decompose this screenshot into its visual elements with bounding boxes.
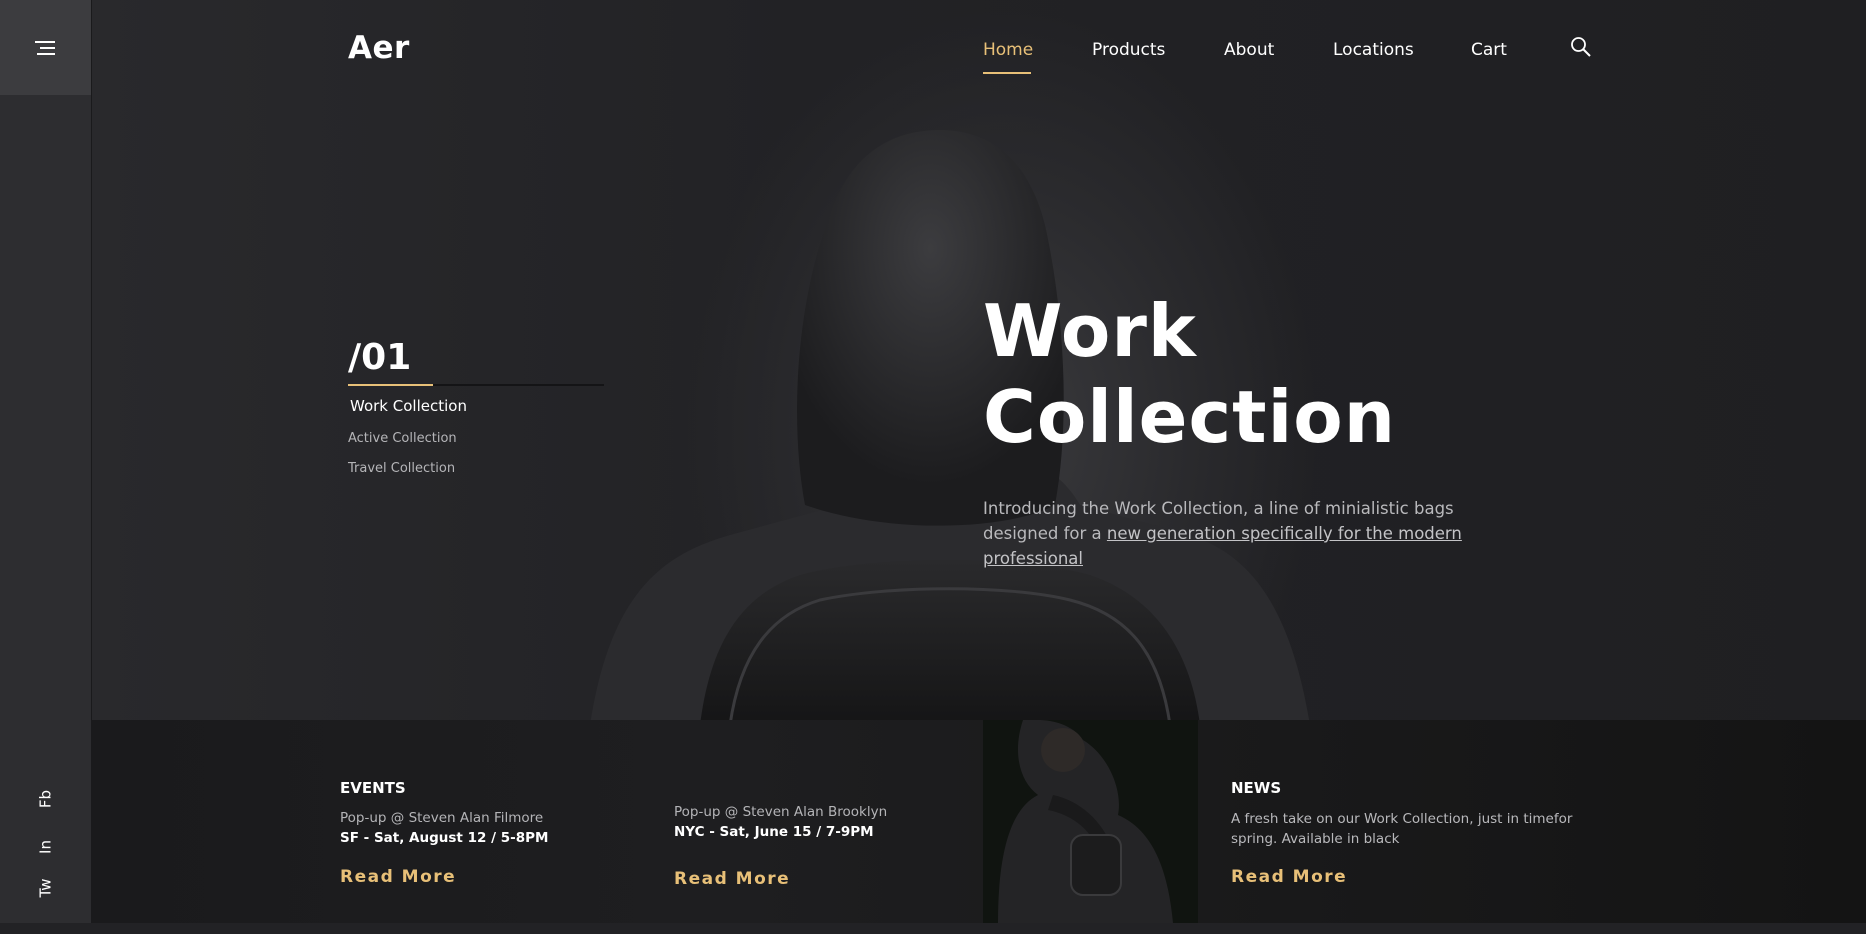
- nav-products[interactable]: Products: [1092, 40, 1165, 60]
- event-2-title: Pop-up @ Steven Alan Brooklyn: [674, 804, 888, 820]
- event-2-read-more-link[interactable]: Read More: [674, 869, 790, 889]
- collection-link-work[interactable]: Work Collection: [350, 397, 467, 415]
- nav-about[interactable]: About: [1224, 40, 1274, 60]
- event-1-detail: SF - Sat, August 12 / 5-8PM: [340, 830, 549, 846]
- hero-description: Introducing the Work Collection, a line …: [983, 496, 1483, 571]
- brand-logo[interactable]: Aer: [348, 30, 410, 66]
- collection-link-active[interactable]: Active Collection: [348, 431, 457, 446]
- nav-active-underline: [983, 72, 1031, 74]
- slide-number: /01: [348, 337, 412, 378]
- event-2-detail: NYC - Sat, June 15 / 7-9PM: [674, 824, 874, 840]
- menu-button[interactable]: [0, 0, 91, 95]
- sidebar: Fb In Tw: [0, 0, 92, 923]
- collection-link-travel[interactable]: Travel Collection: [348, 461, 455, 476]
- hamburger-icon: [34, 40, 55, 55]
- search-icon[interactable]: [1570, 36, 1592, 58]
- event-1-read-more-link[interactable]: Read More: [340, 867, 456, 887]
- social-link-twitter[interactable]: Tw: [37, 843, 55, 934]
- news-image: [983, 720, 1198, 923]
- events-heading: EVENTS: [340, 779, 406, 797]
- nav-locations[interactable]: Locations: [1333, 40, 1414, 60]
- news-read-more-link[interactable]: Read More: [1231, 867, 1347, 887]
- hero-title-line1: Work: [983, 289, 1197, 373]
- nav-home[interactable]: Home: [983, 40, 1033, 60]
- event-1-title: Pop-up @ Steven Alan Filmore: [340, 810, 544, 826]
- hero-title: Work Collection: [983, 288, 1683, 460]
- news-text: A fresh take on our Work Collection, jus…: [1231, 811, 1573, 847]
- news-heading: NEWS: [1231, 779, 1282, 797]
- nav-cart[interactable]: Cart: [1471, 40, 1507, 60]
- hero-title-line2: Collection: [983, 375, 1396, 459]
- slide-progress-fill: [348, 384, 433, 386]
